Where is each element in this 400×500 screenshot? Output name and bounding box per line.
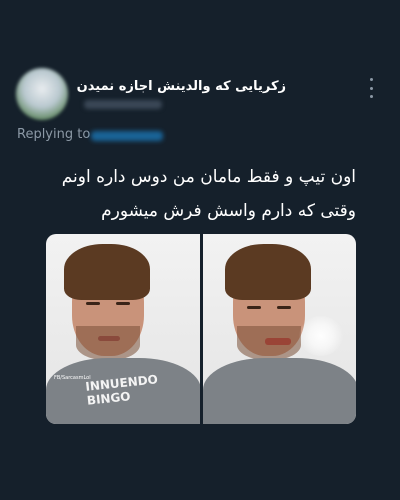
avatar[interactable]: [16, 68, 68, 120]
tweet-text-line-1: اون تیپ و فقط مامان من دوس داره اونم: [61, 167, 356, 187]
mouth: [264, 338, 291, 345]
media-image-left[interactable]: INNUENDO BINGO FB/SarcasmLol: [46, 234, 200, 424]
watermark: FB/SarcasmLol: [54, 375, 91, 381]
user-handle-redacted[interactable]: [84, 100, 162, 109]
hair: [64, 244, 150, 300]
replying-to-handle-redacted[interactable]: [91, 131, 163, 141]
eye: [86, 302, 100, 305]
display-name[interactable]: زکریایی که والدینش اجازه نمیدن: [77, 79, 286, 94]
eye: [246, 306, 261, 309]
replying-to-label: Replying to: [17, 127, 91, 142]
shirt: [202, 358, 356, 424]
tweet-screen: زکریایی که والدینش اجازه نمیدن Replying …: [0, 0, 400, 500]
media-image-right[interactable]: [202, 234, 356, 424]
water-spray: [298, 316, 343, 356]
tweet-text: اون تیپ و فقط مامان من دوس داره اونم وقت…: [26, 160, 356, 228]
mouth: [98, 336, 120, 341]
tweet-media[interactable]: INNUENDO BINGO FB/SarcasmLol: [46, 234, 356, 424]
eye: [116, 302, 130, 305]
eye: [276, 306, 291, 309]
more-vertical-icon[interactable]: [364, 78, 378, 98]
tweet-text-line-2: وقتی که دارم واسش فرش میشورم: [101, 201, 356, 221]
hair: [224, 244, 311, 300]
beard: [76, 326, 140, 360]
